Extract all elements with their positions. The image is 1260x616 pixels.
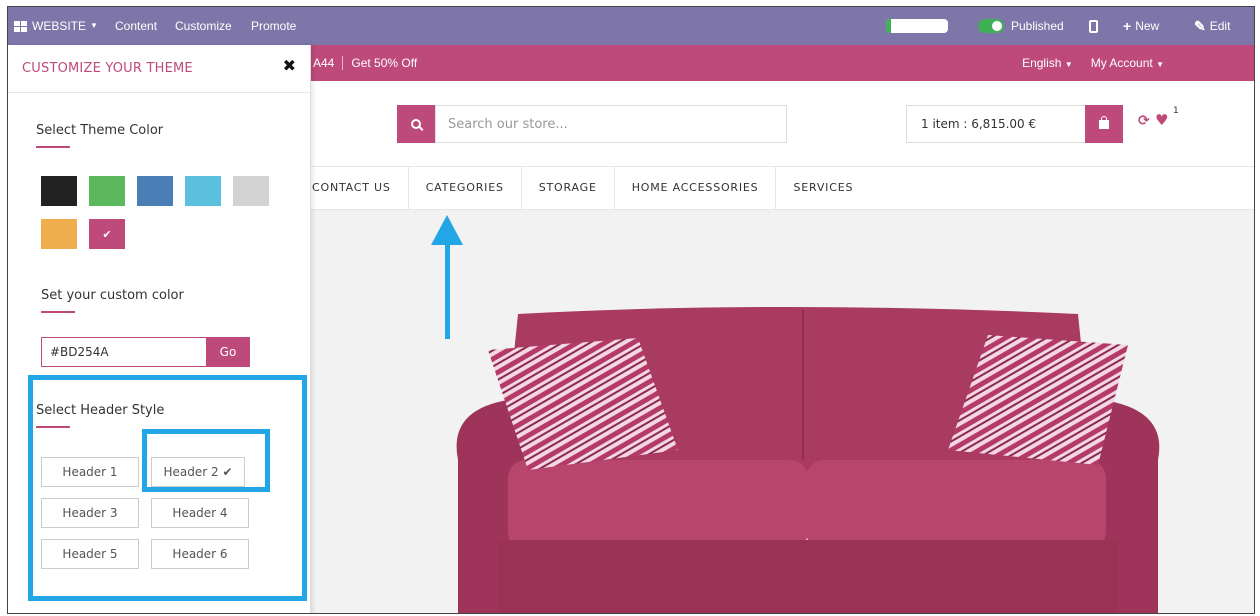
website-menu[interactable]: WEBSITE ▼ — [14, 7, 98, 45]
menu-customize[interactable]: Customize — [175, 7, 232, 45]
account-dropdown[interactable]: My Account ▼ — [1091, 56, 1164, 70]
publish-toggle[interactable]: Published — [978, 7, 1064, 45]
edit-button[interactable]: ✎ Edit — [1194, 7, 1230, 45]
color-swatch[interactable] — [185, 176, 221, 206]
wishlist-heart-icon[interactable]: ♥ — [1155, 111, 1168, 129]
promo-right: English ▼ My Account ▼ — [1022, 56, 1164, 70]
caret-down-icon: ▼ — [1064, 60, 1073, 69]
nav-home-accessories[interactable]: HOME ACCESSORIES — [615, 167, 777, 209]
language-label: English — [1022, 56, 1062, 70]
apps-grid-icon — [14, 20, 28, 32]
cart-summary[interactable]: 1 item : 6,815.00 € — [906, 105, 1086, 143]
highlight-header-2-box — [142, 429, 270, 492]
search-button[interactable] — [397, 105, 435, 143]
language-dropdown[interactable]: English ▼ — [1022, 56, 1073, 70]
admin-bar: WEBSITE ▼ Content Customize Promote Publ… — [8, 7, 1254, 45]
panel-header: CUSTOMIZE YOUR THEME ✖ — [8, 45, 310, 93]
caret-down-icon: ▼ — [1156, 60, 1164, 69]
caret-down-icon: ▼ — [90, 21, 98, 30]
progress-indicator — [886, 19, 948, 33]
color-swatch[interactable] — [233, 176, 269, 206]
progress-fill — [886, 19, 891, 33]
promo-divider — [342, 56, 344, 70]
section-underline — [41, 311, 75, 313]
mobile-preview-button[interactable] — [1089, 7, 1098, 45]
account-label: My Account — [1090, 56, 1153, 70]
menu-content-label: Content — [115, 19, 158, 33]
main-nav: CONTACT US CATEGORIES STORAGE HOME ACCES… — [298, 166, 1254, 210]
hero-banner — [298, 210, 1254, 613]
nav-services[interactable]: SERVICES — [776, 167, 870, 209]
nav-contact-us[interactable]: CONTACT US — [298, 167, 409, 209]
sofa-image — [456, 307, 1160, 613]
color-swatch[interactable] — [41, 219, 77, 249]
annotation-arrow-shaft — [445, 239, 450, 339]
search-icon — [411, 119, 421, 129]
mobile-icon — [1089, 19, 1098, 33]
wishlist-count: 1 — [1173, 106, 1179, 116]
theme-color-label: Select Theme Color — [36, 123, 164, 138]
browser-frame: WEBSITE ▼ Content Customize Promote Publ… — [7, 6, 1255, 614]
new-label: New — [1135, 19, 1160, 33]
search-input[interactable] — [435, 105, 787, 143]
panel-title: CUSTOMIZE YOUR THEME — [22, 61, 193, 76]
shopping-bag-icon — [1099, 115, 1109, 129]
website-menu-label: WEBSITE — [32, 19, 87, 33]
section-underline — [36, 146, 70, 148]
promo-code: A44 — [313, 56, 335, 70]
plus-icon: + — [1123, 18, 1132, 34]
color-swatch[interactable] — [89, 176, 125, 206]
menu-promote[interactable]: Promote — [251, 7, 296, 45]
published-label: Published — [1011, 19, 1064, 33]
menu-customize-label: Customize — [175, 19, 232, 33]
color-swatch[interactable] — [41, 176, 77, 206]
check-icon: ✔ — [102, 227, 112, 241]
menu-promote-label: Promote — [251, 19, 297, 33]
compare-refresh-icon[interactable]: ⟳ — [1138, 113, 1150, 129]
menu-content[interactable]: Content — [115, 7, 157, 45]
close-icon[interactable]: ✖ — [283, 56, 296, 75]
promo-offer: Get 50% Off — [351, 56, 418, 70]
color-swatch[interactable] — [137, 176, 173, 206]
go-button[interactable]: Go — [206, 337, 250, 367]
color-swatch[interactable]: ✔ — [89, 219, 125, 249]
promo-left: A44 Get 50% Off — [313, 56, 417, 70]
nav-categories[interactable]: CATEGORIES — [409, 167, 522, 209]
pencil-icon: ✎ — [1194, 18, 1206, 34]
nav-storage[interactable]: STORAGE — [522, 167, 615, 209]
custom-color-label: Set your custom color — [41, 288, 184, 303]
edit-label: Edit — [1209, 19, 1231, 33]
custom-color-input[interactable] — [41, 337, 207, 367]
toggle-switch-icon — [978, 19, 1004, 33]
cart-button[interactable] — [1085, 105, 1123, 143]
new-button[interactable]: + New — [1123, 7, 1159, 45]
